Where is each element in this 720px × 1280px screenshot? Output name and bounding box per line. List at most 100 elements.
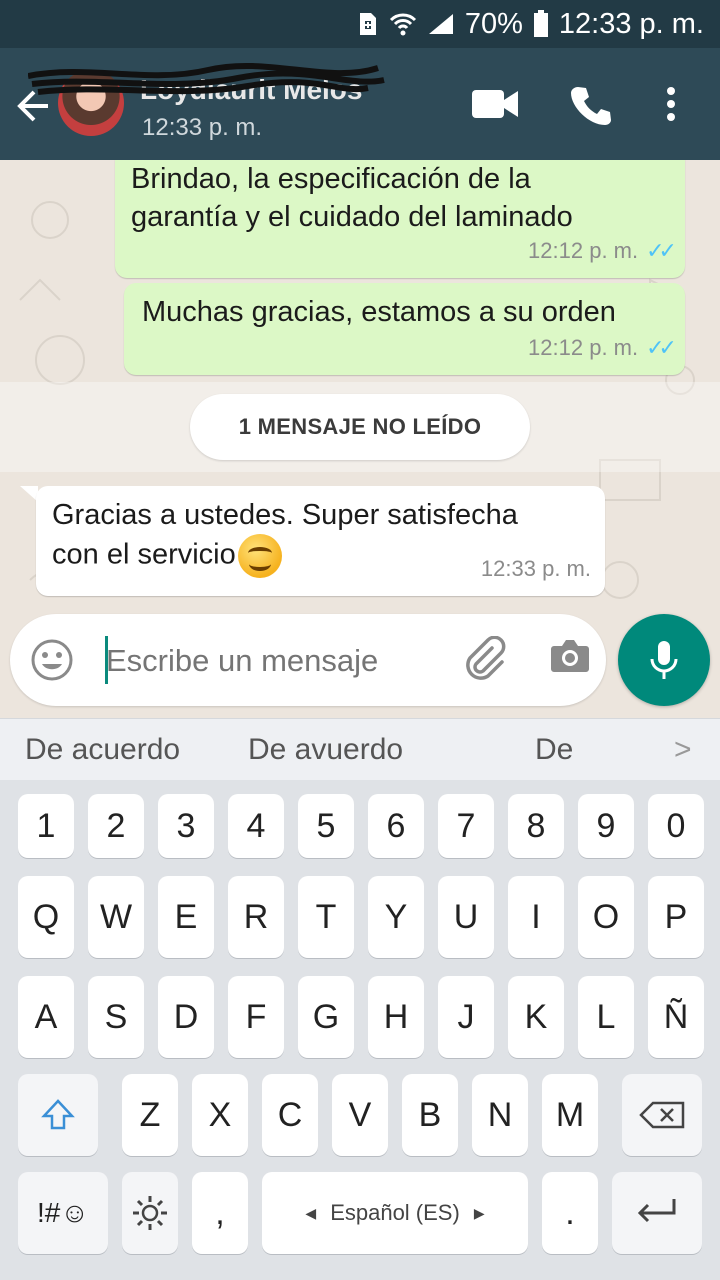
key-h[interactable]: H bbox=[368, 976, 424, 1058]
read-receipt-icon: ✓✓ bbox=[646, 238, 677, 263]
last-seen: 12:33 p. m. bbox=[142, 114, 263, 141]
more-vert-icon bbox=[667, 87, 675, 121]
key-k[interactable]: K bbox=[508, 976, 564, 1058]
key-s[interactable]: S bbox=[88, 976, 144, 1058]
wifi-icon bbox=[389, 11, 417, 37]
key-f[interactable]: F bbox=[228, 976, 284, 1058]
key-p[interactable]: P bbox=[648, 876, 704, 958]
key-9[interactable]: 9 bbox=[578, 794, 634, 858]
on-screen-keyboard: 1 2 3 4 5 6 7 8 9 0 Q W E R T Y U I O P … bbox=[0, 780, 720, 1280]
key-a[interactable]: A bbox=[18, 976, 74, 1058]
video-call-button[interactable] bbox=[472, 88, 518, 125]
battery-icon bbox=[533, 10, 549, 38]
key-m[interactable]: M bbox=[542, 1074, 598, 1156]
signal-icon bbox=[427, 12, 455, 36]
key-i[interactable]: I bbox=[508, 876, 564, 958]
key-enye[interactable]: Ñ bbox=[648, 976, 704, 1058]
emoji-icon bbox=[31, 639, 73, 681]
space-key[interactable]: ◀ Español (ES) ▶ bbox=[262, 1172, 528, 1254]
chat-header: Loydlaurit Melos 12:33 p. m. bbox=[0, 48, 720, 160]
key-t[interactable]: T bbox=[298, 876, 354, 958]
smiling-face-emoji-icon bbox=[237, 534, 282, 578]
backspace-icon bbox=[639, 1101, 685, 1129]
key-y[interactable]: Y bbox=[368, 876, 424, 958]
message-time: 12:12 p. m. bbox=[528, 335, 639, 360]
enter-icon bbox=[637, 1199, 676, 1223]
settings-key[interactable] bbox=[122, 1172, 178, 1254]
keyboard-language-label: Español (ES) bbox=[330, 1200, 460, 1225]
phone-icon bbox=[571, 87, 611, 125]
key-d[interactable]: D bbox=[158, 976, 214, 1058]
voice-message-button[interactable] bbox=[618, 614, 710, 706]
message-text: con el servicio bbox=[52, 538, 236, 571]
key-6[interactable]: 6 bbox=[368, 794, 424, 858]
comma-key[interactable]: , bbox=[192, 1172, 248, 1254]
key-8[interactable]: 8 bbox=[508, 794, 564, 858]
message-bubble-incoming[interactable]: Gracias a ustedes. Super satisfecha con … bbox=[36, 486, 605, 596]
voice-call-button[interactable] bbox=[570, 84, 612, 131]
key-e[interactable]: E bbox=[158, 876, 214, 958]
key-c[interactable]: C bbox=[262, 1074, 318, 1156]
key-0[interactable]: 0 bbox=[648, 794, 704, 858]
suggestion-item[interactable]: De bbox=[535, 733, 573, 767]
message-meta: 12:12 p. m. ✓✓ bbox=[528, 329, 677, 367]
message-time: 12:12 p. m. bbox=[528, 238, 639, 263]
paperclip-icon bbox=[466, 635, 506, 680]
camera-button[interactable] bbox=[550, 638, 590, 679]
key-n[interactable]: N bbox=[472, 1074, 528, 1156]
shift-arrow-icon bbox=[41, 1099, 75, 1130]
key-2[interactable]: 2 bbox=[88, 794, 144, 858]
sim-icon bbox=[357, 11, 379, 37]
more-options-button[interactable] bbox=[666, 86, 676, 127]
message-text: Muchas gracias, estamos a su orden bbox=[142, 296, 616, 328]
message-time: 12:33 p. m. bbox=[480, 556, 591, 581]
suggestion-item[interactable]: De acuerdo bbox=[25, 733, 180, 767]
key-o[interactable]: O bbox=[578, 876, 634, 958]
key-b[interactable]: B bbox=[402, 1074, 458, 1156]
redaction-scribble bbox=[28, 62, 385, 95]
key-w[interactable]: W bbox=[88, 876, 144, 958]
keyboard-suggestions: De acuerdo De avuerdo De > bbox=[0, 718, 720, 780]
suggestion-item[interactable]: De avuerdo bbox=[248, 733, 403, 767]
camera-icon bbox=[551, 640, 589, 672]
message-text: Gracias a ustedes. Super satisfecha bbox=[52, 499, 518, 531]
message-input[interactable] bbox=[106, 638, 436, 684]
key-x[interactable]: X bbox=[192, 1074, 248, 1156]
message-text: garantía y el cuidado del laminado bbox=[131, 201, 573, 233]
key-3[interactable]: 3 bbox=[158, 794, 214, 858]
enter-key[interactable] bbox=[612, 1172, 702, 1254]
key-j[interactable]: J bbox=[438, 976, 494, 1058]
message-bubble-outgoing[interactable]: Brindao, la especificación de la garantí… bbox=[115, 160, 685, 278]
emoji-button[interactable] bbox=[30, 638, 74, 687]
key-1[interactable]: 1 bbox=[18, 794, 74, 858]
message-bubble-outgoing[interactable]: Muchas gracias, estamos a su orden 12:12… bbox=[124, 283, 685, 375]
read-receipt-icon: ✓✓ bbox=[646, 335, 677, 360]
key-5[interactable]: 5 bbox=[298, 794, 354, 858]
backspace-key[interactable] bbox=[622, 1074, 702, 1156]
key-v[interactable]: V bbox=[332, 1074, 388, 1156]
shift-key[interactable] bbox=[18, 1074, 98, 1156]
period-key[interactable]: . bbox=[542, 1172, 598, 1254]
key-l[interactable]: L bbox=[578, 976, 634, 1058]
message-composer bbox=[10, 614, 606, 706]
battery-percent: 70% bbox=[464, 7, 523, 40]
gear-icon bbox=[133, 1196, 167, 1230]
message-meta: 12:12 p. m. ✓✓ bbox=[528, 232, 677, 270]
key-u[interactable]: U bbox=[438, 876, 494, 958]
key-r[interactable]: R bbox=[228, 876, 284, 958]
key-7[interactable]: 7 bbox=[438, 794, 494, 858]
message-meta: 12:33 p. m. bbox=[481, 550, 591, 588]
chevron-right-icon[interactable]: > bbox=[674, 733, 692, 767]
key-4[interactable]: 4 bbox=[228, 794, 284, 858]
attach-button[interactable] bbox=[462, 635, 508, 687]
clock: 12:33 p. m. bbox=[558, 7, 704, 40]
caret-right-icon: ▶ bbox=[473, 1204, 485, 1221]
symbols-key[interactable]: !#☺ bbox=[18, 1172, 108, 1254]
microphone-icon bbox=[650, 641, 678, 679]
status-bar: 70% 12:33 p. m. bbox=[0, 0, 720, 48]
message-list[interactable]: Brindao, la especificación de la garantí… bbox=[0, 160, 720, 618]
key-g[interactable]: G bbox=[298, 976, 354, 1058]
key-z[interactable]: Z bbox=[122, 1074, 178, 1156]
caret-left-icon: ◀ bbox=[305, 1204, 317, 1221]
key-q[interactable]: Q bbox=[18, 876, 74, 958]
